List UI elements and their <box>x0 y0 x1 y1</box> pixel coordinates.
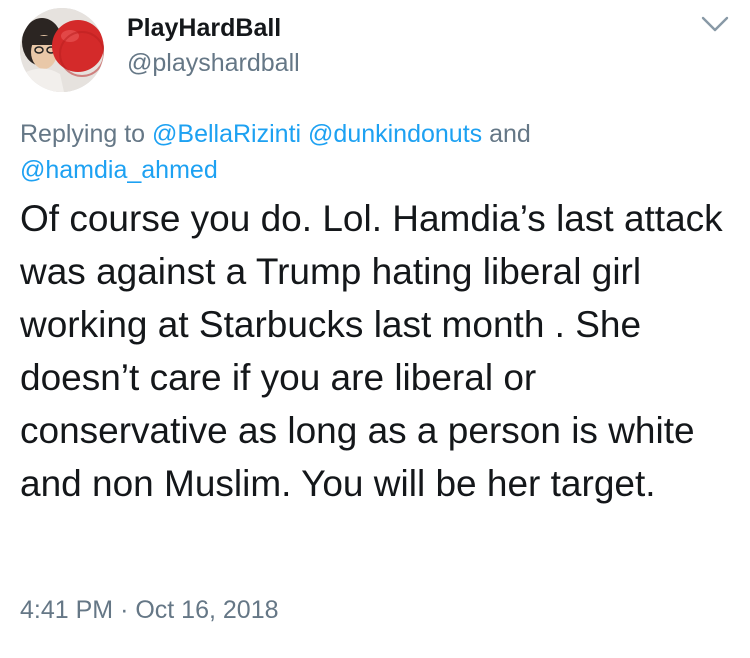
user-handle[interactable]: @playshardball <box>127 49 300 78</box>
chevron-down-icon <box>701 16 729 32</box>
tweet-time: 4:41 PM <box>20 596 114 624</box>
tweet-timestamp[interactable]: 4:41 PM · Oct 16, 2018 <box>20 596 279 625</box>
avatar[interactable] <box>20 8 104 92</box>
display-name[interactable]: PlayHardBall <box>127 14 281 43</box>
replying-to-label: Replying to <box>20 120 146 148</box>
mention-link[interactable]: @BellaRizinti <box>152 120 301 148</box>
mention-link[interactable]: @dunkindonuts <box>308 120 482 148</box>
mention-link[interactable]: @hamdia_ahmed <box>20 156 218 184</box>
avatar-image <box>20 8 104 92</box>
tweet-date: Oct 16, 2018 <box>135 596 279 624</box>
timestamp-separator: · <box>120 596 129 624</box>
replying-to: Replying to @BellaRizinti @dunkindonuts … <box>20 116 720 188</box>
replying-to-conjunction: and <box>489 120 531 148</box>
tweet-card: PlayHardBall @playshardball Replying to … <box>0 0 750 658</box>
tweet-menu-button[interactable] <box>700 12 730 36</box>
tweet-text: Of course you do. Lol. Hamdia’s last att… <box>20 198 723 504</box>
